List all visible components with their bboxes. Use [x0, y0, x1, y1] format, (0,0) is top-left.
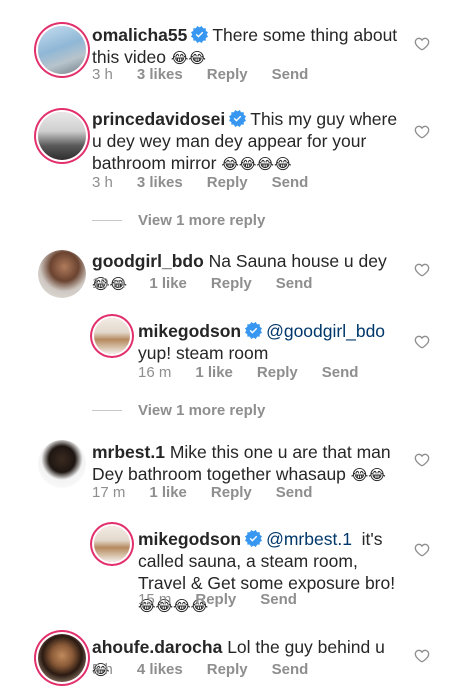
- timestamp: 3 h: [92, 66, 113, 83]
- emoji: 😂😂😂😂: [221, 155, 292, 173]
- emoji: 😂😂: [350, 466, 386, 484]
- comment-body: mikegodson @goodgirl_bdo yup! steam room: [138, 320, 408, 364]
- send-button[interactable]: Send: [276, 275, 313, 292]
- send-button[interactable]: Send: [260, 591, 297, 608]
- send-button[interactable]: Send: [322, 364, 359, 381]
- verified-badge-icon: [229, 110, 246, 127]
- avatar[interactable]: [94, 526, 130, 562]
- heart-outline-icon[interactable]: [414, 334, 430, 350]
- comment-meta: 3 h 3 likes Reply Send: [92, 174, 332, 191]
- heart-outline-icon[interactable]: [414, 452, 430, 468]
- comment-meta: 19 m 1 like Reply Send: [92, 275, 336, 292]
- heart-outline-icon[interactable]: [414, 262, 430, 278]
- avatar[interactable]: [38, 250, 86, 298]
- view-replies-button[interactable]: View 1 more reply: [92, 212, 265, 229]
- reply-button[interactable]: Reply: [257, 364, 298, 381]
- send-button[interactable]: Send: [272, 174, 309, 191]
- reply-button[interactable]: Reply: [207, 661, 248, 678]
- likes-count[interactable]: 4 likes: [137, 661, 183, 678]
- verified-badge-icon: [245, 322, 262, 339]
- heart-outline-icon[interactable]: [414, 542, 430, 558]
- heart-outline-icon[interactable]: [414, 648, 430, 664]
- reply-button[interactable]: Reply: [211, 484, 252, 501]
- reply-button[interactable]: Reply: [195, 591, 236, 608]
- avatar[interactable]: [38, 440, 86, 488]
- mention-link[interactable]: @goodgirl_bdo: [266, 321, 385, 341]
- timestamp: 15 m: [138, 591, 172, 608]
- likes-count[interactable]: 1 like: [195, 364, 233, 381]
- likes-count[interactable]: 1 like: [149, 484, 187, 501]
- mention-link[interactable]: @mrbest.1: [266, 529, 352, 549]
- username[interactable]: mrbest.1: [92, 442, 165, 462]
- emoji: 😂😂: [170, 49, 206, 67]
- view-replies-label: View 1 more reply: [138, 212, 266, 229]
- verified-badge-icon: [191, 26, 208, 43]
- comment-text: yup! steam room: [138, 343, 269, 363]
- comment-body: mrbest.1 Mike this one u are that man De…: [92, 441, 402, 486]
- send-button[interactable]: Send: [272, 66, 309, 83]
- comment-meta: 15 m Reply Send: [138, 591, 321, 608]
- reply-button[interactable]: Reply: [207, 174, 248, 191]
- heart-outline-icon[interactable]: [414, 124, 430, 140]
- comment-meta: 3 h 3 likes Reply Send: [92, 66, 332, 83]
- view-replies-label: View 1 more reply: [138, 402, 266, 419]
- divider: [92, 410, 122, 411]
- timestamp: 17 m: [92, 484, 126, 501]
- username[interactable]: mikegodson: [138, 321, 241, 341]
- likes-count[interactable]: 3 likes: [137, 174, 183, 191]
- username[interactable]: ahoufe.darocha: [92, 637, 222, 657]
- username[interactable]: mikegodson: [138, 529, 241, 549]
- likes-count[interactable]: 3 likes: [137, 66, 183, 83]
- heart-outline-icon[interactable]: [414, 36, 430, 52]
- reply-button[interactable]: Reply: [211, 275, 252, 292]
- username[interactable]: omalicha55: [92, 25, 187, 45]
- timestamp: 16 m: [138, 364, 172, 381]
- verified-badge-icon: [245, 530, 262, 547]
- send-button[interactable]: Send: [272, 661, 309, 678]
- timestamp: 5 h: [92, 661, 113, 678]
- comment-body: omalicha55 There some thing about this vi…: [92, 24, 402, 69]
- username[interactable]: goodgirl_bdo: [92, 251, 204, 271]
- comment-meta: 17 m 1 like Reply Send: [92, 484, 336, 501]
- comment-body: princedavidosei This my guy where u dey w…: [92, 108, 402, 175]
- comment-meta: 16 m 1 like Reply Send: [138, 364, 382, 381]
- comment-meta: 5 h 4 likes Reply Send: [92, 661, 332, 678]
- avatar[interactable]: [94, 318, 130, 354]
- send-button[interactable]: Send: [276, 484, 313, 501]
- likes-count[interactable]: 1 like: [149, 275, 187, 292]
- timestamp: 19 m: [92, 275, 126, 292]
- comment-text: Na Sauna house u dey: [208, 251, 387, 271]
- avatar[interactable]: [38, 112, 86, 160]
- avatar[interactable]: [38, 634, 86, 682]
- avatar[interactable]: [38, 26, 86, 74]
- view-replies-button[interactable]: View 1 more reply: [92, 402, 265, 419]
- timestamp: 3 h: [92, 174, 113, 191]
- username[interactable]: princedavidosei: [92, 109, 225, 129]
- divider: [92, 220, 122, 221]
- comment-text: Lol the guy behind u: [227, 637, 385, 657]
- reply-button[interactable]: Reply: [207, 66, 248, 83]
